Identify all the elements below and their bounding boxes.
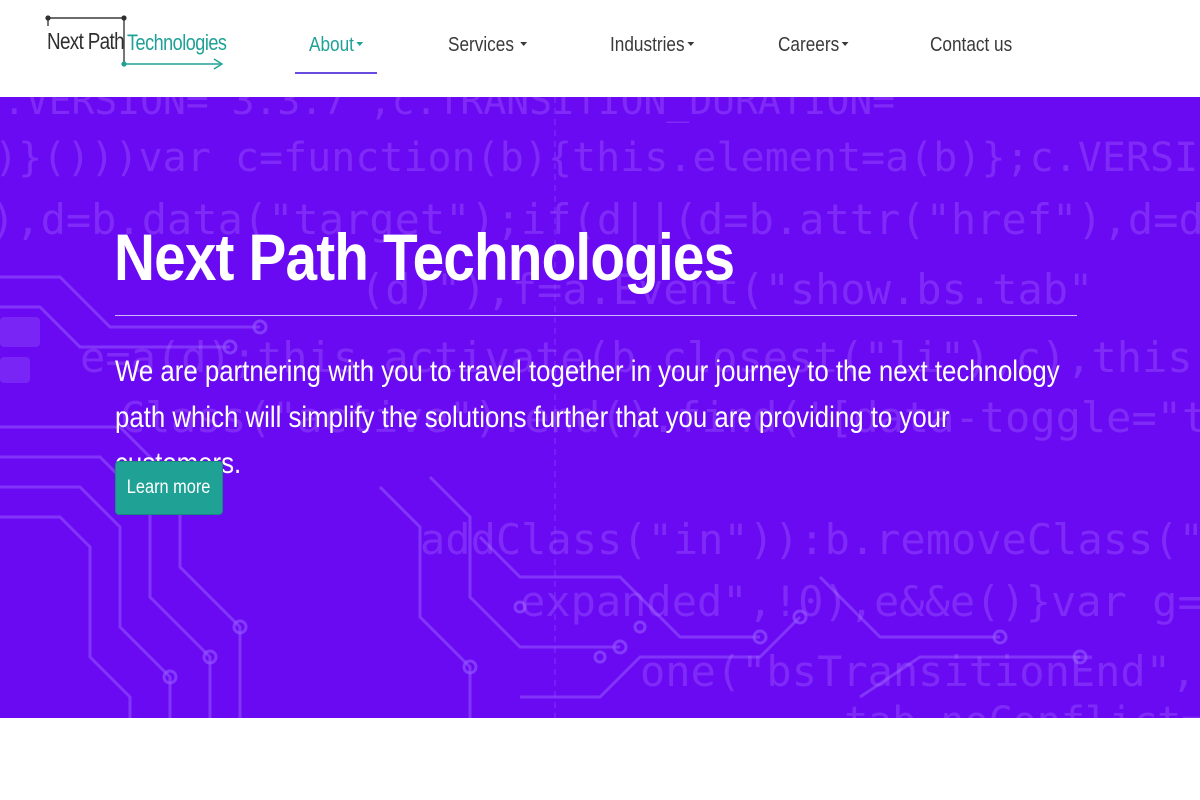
hero-description: We are partnering with you to travel tog…	[115, 355, 1060, 480]
hero-banner: c.VERSION="3.3.7",c.TRANSITION_DURATION=…	[0, 97, 1200, 718]
logo-text-next-path: Next Path	[47, 28, 125, 54]
active-nav-indicator	[295, 72, 377, 74]
learn-more-button[interactable]: Learn more	[115, 461, 223, 515]
chevron-down-icon	[356, 41, 364, 46]
decorative-code-text: addClass("in")):b.removeClass("fade	[420, 515, 1200, 564]
decorative-code-text: one("bsTransitionEnd",f)	[640, 647, 1200, 696]
nav-item-label: Careers	[778, 34, 840, 56]
nav-item-services[interactable]: Services	[448, 30, 527, 60]
company-logo[interactable]: Next Path Technologies	[44, 12, 230, 72]
chevron-down-icon	[841, 41, 849, 46]
nav-item-label: About	[309, 34, 354, 56]
logo-text-technologies: Technologies	[127, 30, 227, 55]
chevron-down-icon	[519, 41, 527, 46]
chevron-down-icon	[687, 41, 695, 46]
site-header: Next Path Technologies About Services In…	[0, 0, 1200, 97]
nav-item-industries[interactable]: Industries	[610, 30, 695, 60]
hero-divider	[115, 315, 1077, 316]
nav-item-label: Industries	[610, 34, 685, 56]
nav-item-careers[interactable]: Careers	[778, 30, 849, 60]
nav-item-label: Services	[448, 34, 514, 56]
decorative-code-text: c.VERSION="3.3.7",c.TRANSITION_DURATION=	[0, 97, 896, 123]
decorative-code-text: m)}()))var c=function(b){this.element=a(…	[0, 135, 1200, 181]
decorative-code-text: .tab.noConflict=function	[820, 699, 1200, 718]
learn-more-label: Learn more	[127, 477, 211, 498]
nav-item-about[interactable]: About	[309, 30, 364, 60]
nav-item-label: Contact us	[930, 34, 1013, 56]
decorative-code-text: expanded",!0),e&&e()}var g=d.find(	[520, 577, 1200, 626]
nav-item-contact-us[interactable]: Contact us	[930, 30, 1012, 60]
hero-title: Next Path Technologies	[114, 220, 735, 294]
